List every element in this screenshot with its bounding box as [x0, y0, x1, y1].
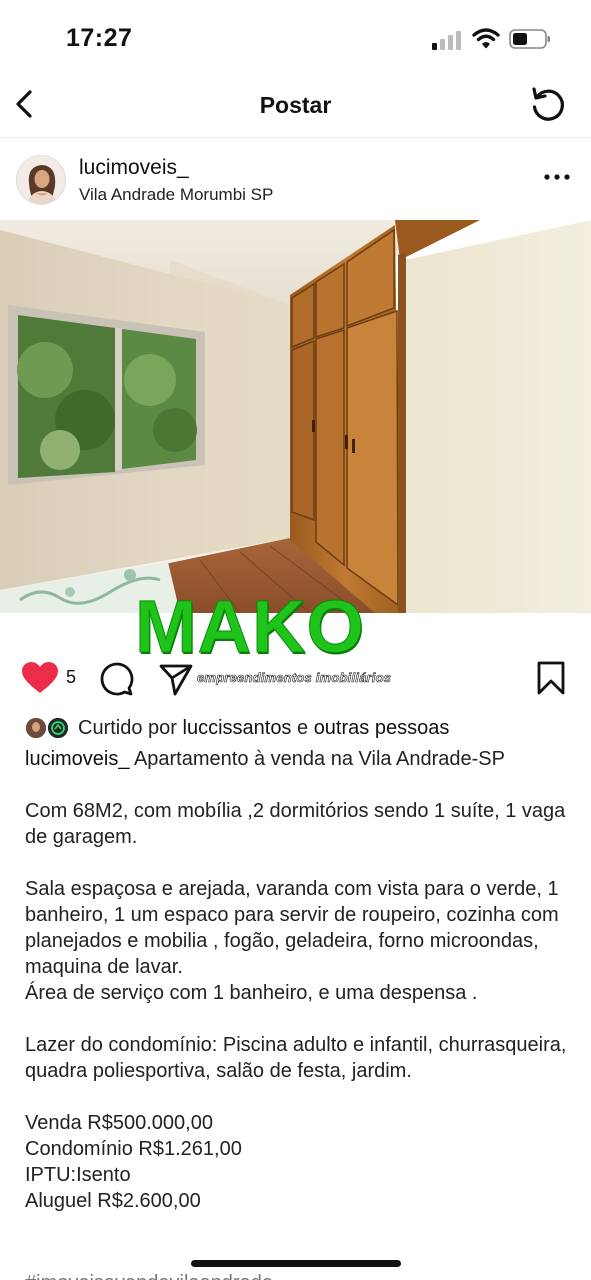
nav-bar: Postar	[0, 70, 591, 138]
post-caption: lucimoveis_ Apartamento à venda na Vila …	[25, 746, 573, 1240]
refresh-icon[interactable]	[528, 85, 568, 125]
bedroom-photo	[0, 220, 591, 613]
post-actions: 5	[0, 655, 591, 701]
avatar-photo	[17, 156, 65, 204]
post-header: lucimoveis_ Vila Andrade Morumbi SP	[0, 138, 591, 220]
like-count[interactable]: 5	[66, 667, 76, 688]
caption-paragraph: Lazer do condomínio: Piscina adulto e in…	[25, 1034, 567, 1082]
liker-avatar	[24, 716, 48, 740]
liked-join: e	[291, 717, 314, 739]
comment-icon[interactable]	[98, 661, 134, 697]
home-indicator[interactable]	[191, 1260, 401, 1267]
page-title: Postar	[259, 92, 332, 118]
liked-others[interactable]: outras pessoas	[314, 717, 450, 739]
caption-paragraph: Sala espaçosa e arejada, varanda com vis…	[25, 878, 559, 1004]
liked-by-row[interactable]: Curtido por luccissantos e outras pessoa…	[0, 714, 591, 744]
caption-hashtag[interactable]: #imoveisavendavilaandrade	[25, 1270, 273, 1280]
heart-icon[interactable]	[21, 661, 59, 695]
liked-prefix: Curtido por	[78, 717, 183, 739]
status-bar: 17:27	[0, 0, 591, 70]
post-username[interactable]: lucimoveis_	[79, 156, 189, 180]
avatar[interactable]	[16, 155, 66, 205]
post-image[interactable]	[0, 220, 591, 613]
cellular-signal-icon	[432, 31, 461, 50]
share-icon[interactable]	[158, 661, 194, 697]
caption-paragraph: Venda R$500.000,00 Condomínio R$1.261,00…	[25, 1112, 242, 1212]
status-time: 17:27	[66, 24, 133, 52]
caption-paragraph: Com 68M2, com mobília ,2 dormitórios sen…	[25, 800, 566, 848]
liked-by-text: Curtido por luccissantos e outras pessoa…	[78, 717, 449, 740]
post-location[interactable]: Vila Andrade Morumbi SP	[79, 185, 273, 205]
liker-avatar	[46, 716, 70, 740]
bookmark-icon[interactable]	[536, 661, 566, 695]
more-options-icon[interactable]	[543, 170, 571, 184]
battery-icon	[509, 29, 550, 49]
caption-first-line: Apartamento à venda na Vila Andrade-SP	[129, 748, 505, 770]
caption-username[interactable]: lucimoveis_	[25, 748, 129, 770]
liked-username[interactable]: luccissantos	[183, 717, 292, 739]
wifi-icon	[472, 28, 500, 49]
